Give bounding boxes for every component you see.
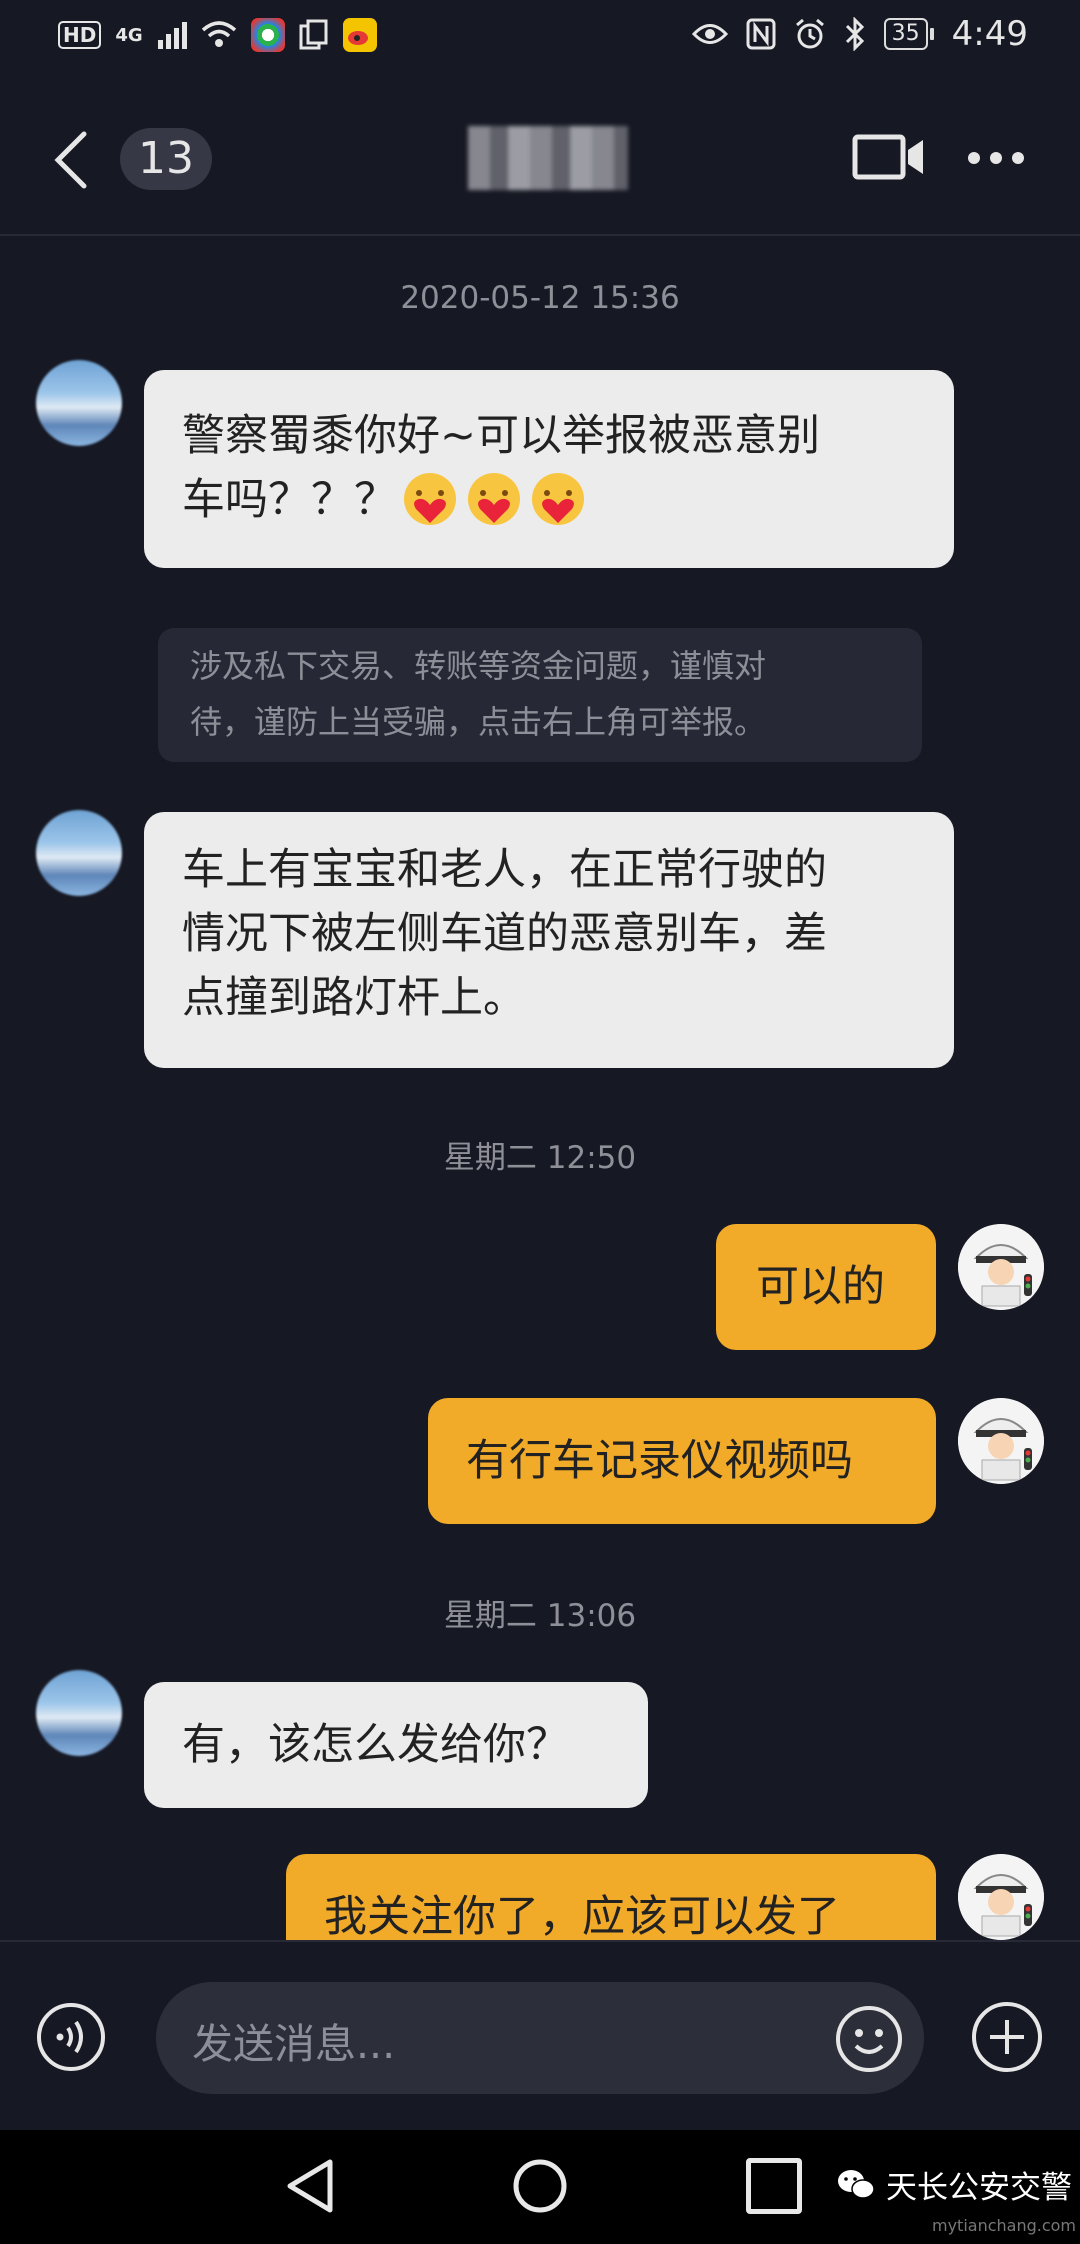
contact-avatar[interactable] xyxy=(36,810,122,896)
incoming-message[interactable]: 车上有宝宝和老人，在正常行驶的 情况下被左侧车道的恶意别车，差 点撞到路灯杆上。 xyxy=(144,812,954,1068)
weibo-app-icon xyxy=(342,18,377,52)
wifi-icon xyxy=(201,21,236,47)
status-bar: HD 4G 35 4:49 xyxy=(0,0,1080,80)
battery-indicator: 35 xyxy=(883,18,934,50)
watermark-url: mytianchang.com xyxy=(932,2216,1077,2235)
nfc-icon xyxy=(746,18,776,50)
emoji-icon[interactable] xyxy=(834,2004,904,2074)
hd-badge: HD xyxy=(58,21,102,49)
add-attachment-icon[interactable] xyxy=(970,2000,1044,2074)
message-line: 车上有宝宝和老人，在正常行驶的 xyxy=(182,845,827,895)
browser-app-icon xyxy=(250,18,285,52)
watermark: 天长公安交警 xyxy=(836,2162,1072,2207)
outgoing-message[interactable]: 我关注你了，应该可以发了 xyxy=(286,1854,936,1940)
timestamp: 星期二 13:06 xyxy=(443,1598,637,1634)
timestamp: 2020-05-12 15:36 xyxy=(400,280,680,316)
police-avatar[interactable] xyxy=(958,1854,1044,1940)
status-left: HD 4G xyxy=(58,18,377,52)
safety-notice[interactable]: 涉及私下交易、转账等资金问题，谨慎对 待，谨防上当受骗，点击右上角可举报。 xyxy=(158,628,922,762)
notice-line: 待，谨防上当受骗，点击右上角可举报。 xyxy=(190,703,767,741)
message-input-placeholder: 发送消息... xyxy=(192,2020,396,2068)
chat-message-list[interactable]: 2020-05-12 15:36 警察蜀黍你好~可以举报被恶意别 车吗？？？ 涉… xyxy=(0,236,1080,1940)
nav-recents-icon[interactable] xyxy=(746,2158,802,2214)
incoming-message[interactable]: 警察蜀黍你好~可以举报被恶意别 车吗？？？ xyxy=(144,370,954,568)
unread-count-badge[interactable]: 13 xyxy=(120,128,212,190)
notice-line: 涉及私下交易、转账等资金问题，谨慎对 xyxy=(190,647,767,685)
network-4g-label: 4G xyxy=(115,24,143,46)
message-input-bar: 发送消息... xyxy=(0,1940,1080,2132)
status-right: 35 4:49 xyxy=(691,14,1028,54)
eye-icon xyxy=(691,24,728,44)
message-line: 点撞到路灯杆上。 xyxy=(182,973,526,1023)
incoming-message[interactable]: 有，该怎么发给你？ xyxy=(144,1682,648,1808)
message-line: 车吗？？？ xyxy=(182,468,916,532)
heart-face-emoji-icon xyxy=(468,473,520,525)
battery-level: 35 xyxy=(883,18,928,50)
message-line-text: 车吗？？？ xyxy=(182,475,397,525)
copy-app-icon xyxy=(299,19,328,50)
contact-avatar[interactable] xyxy=(36,360,122,446)
timestamp: 星期二 12:50 xyxy=(443,1140,637,1176)
heart-face-emoji-icon xyxy=(532,473,584,525)
signal-icon xyxy=(157,22,187,49)
bluetooth-icon xyxy=(845,17,864,51)
message-input[interactable]: 发送消息... xyxy=(156,1982,924,2094)
alarm-icon xyxy=(795,18,824,49)
heart-face-emoji-icon xyxy=(404,473,456,525)
wechat-icon xyxy=(838,2169,875,2199)
nav-back-icon[interactable] xyxy=(284,2158,336,2214)
message-line: 情况下被左侧车道的恶意别车，差 xyxy=(182,909,827,959)
chat-header: 13 xyxy=(0,80,1080,236)
contact-name-blurred xyxy=(468,126,628,190)
contact-avatar[interactable] xyxy=(36,1670,122,1756)
video-call-icon[interactable] xyxy=(852,132,926,182)
voice-input-icon[interactable] xyxy=(36,2002,106,2072)
system-navigation-bar: 天长公安交警 mytianchang.com xyxy=(0,2130,1080,2244)
watermark-text: 天长公安交警 xyxy=(886,2170,1072,2206)
status-time: 4:49 xyxy=(951,14,1028,54)
nav-home-icon[interactable] xyxy=(512,2158,568,2214)
message-line: 警察蜀黍你好~可以举报被恶意别 xyxy=(182,411,821,461)
outgoing-message[interactable]: 可以的 xyxy=(716,1224,936,1350)
more-icon[interactable] xyxy=(966,150,1026,166)
police-avatar[interactable] xyxy=(958,1224,1044,1310)
police-avatar[interactable] xyxy=(958,1398,1044,1484)
back-icon[interactable] xyxy=(50,130,90,190)
outgoing-message[interactable]: 有行车记录仪视频吗 xyxy=(428,1398,936,1524)
